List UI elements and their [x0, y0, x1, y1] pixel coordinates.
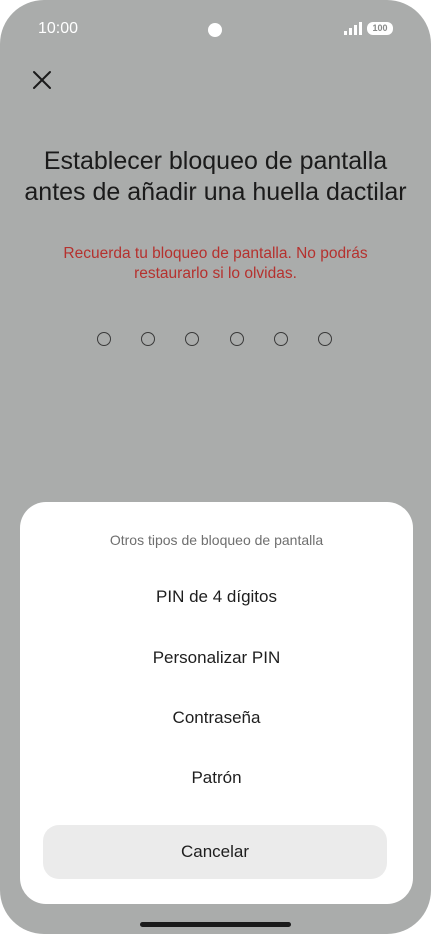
battery-level: 100 [372, 23, 388, 33]
status-time: 10:00 [38, 20, 79, 37]
warning-text: Recuerda tu bloqueo de pantalla. No podr… [63, 245, 368, 282]
pin-dot [273, 332, 288, 346]
status-bar: 10:00 100 [0, 0, 431, 58]
close-icon[interactable] [28, 66, 56, 94]
lock-type-sheet: Otros tipos de bloqueo de pantalla PIN d… [20, 502, 413, 904]
pin-dot [318, 332, 332, 346]
sheet-title: Otros tipos de bloqueo de pantalla [109, 532, 324, 548]
option-pin-4-digits[interactable]: PIN de 4 dígitos [20, 577, 413, 617]
cancel-button[interactable]: Cancelar [43, 825, 387, 879]
battery-icon: 100 [367, 22, 393, 35]
pin-dots [97, 332, 337, 348]
home-indicator[interactable] [140, 922, 291, 927]
option-pattern[interactable]: Patrón [20, 758, 413, 798]
pin-dot [229, 332, 244, 346]
pin-dot [185, 332, 200, 346]
pin-dot [141, 332, 156, 346]
option-custom-pin[interactable]: Personalizar PIN [20, 638, 413, 678]
phone-screen: 10:00 100 Establecer bloqueo de pantalla… [0, 0, 431, 934]
option-password[interactable]: Contraseña [20, 698, 413, 738]
signal-bars-icon [344, 22, 362, 35]
pin-dot [97, 332, 111, 346]
page-title: Establecer bloqueo de pantalla antes de … [24, 147, 407, 206]
front-camera [208, 23, 222, 37]
